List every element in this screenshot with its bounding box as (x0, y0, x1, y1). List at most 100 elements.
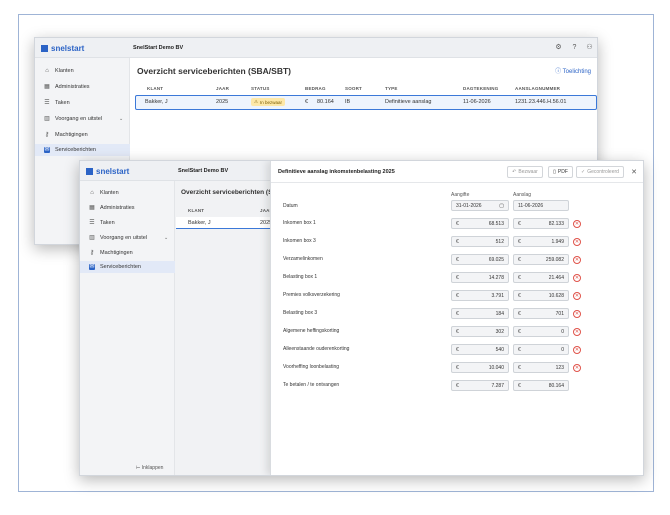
aanslag-field: €1.949 (513, 236, 569, 247)
column-header-klant[interactable]: KLANT (147, 86, 163, 91)
aangifte-field[interactable]: €69.025 (451, 254, 509, 265)
difference-icon[interactable]: ✕ (573, 274, 581, 282)
difference-icon[interactable]: ✕ (573, 256, 581, 264)
column-header-aanslagnummer[interactable]: AANSLAGNUMMER (515, 86, 560, 91)
cell-aanslagnummer: 1231.23.446.H.56.01 (515, 99, 567, 105)
sidebar-item-voorgang[interactable]: ▥ Voorgang en uitstel (35, 113, 130, 125)
row-label: Voorheffing loonbelasting (283, 364, 340, 370)
column-header-status[interactable]: STATUS (251, 86, 270, 91)
aanslag-field: €10.628 (513, 290, 569, 301)
difference-icon[interactable]: ✕ (573, 220, 581, 228)
aangifte-field[interactable]: €3.791 (451, 290, 509, 301)
aangifte-field[interactable]: €184 (451, 308, 509, 319)
row-label: Alleenstaande ouderenkorting (283, 346, 350, 352)
column-header-soort[interactable]: SOORT (345, 86, 362, 91)
aangifte-field[interactable]: €68.513 (451, 218, 509, 229)
home-icon: ⌂ (90, 190, 94, 196)
row-label: Verzamelinkomen (283, 256, 323, 262)
pdf-button[interactable]: ▯ PDF (548, 166, 573, 178)
datum-aangifte-field[interactable]: 31-01-2026 ▢ (451, 200, 509, 211)
detail-window: snelstart SnelStart Demo BV ⌂ Klanten ▦ … (79, 160, 644, 476)
chevron-down-icon[interactable]: ⌄ (164, 235, 168, 241)
difference-icon[interactable]: ✕ (573, 238, 581, 246)
building-icon: ▦ (44, 84, 50, 90)
sidebar-item-serviceberichten[interactable]: ✉ Serviceberichten (35, 144, 130, 156)
bezwaar-button[interactable]: ↶ Bezwaar (507, 166, 543, 178)
sidebar-item-voorgang[interactable]: ▥ Voorgang en uitstel (80, 232, 175, 244)
page-title: Overzicht serviceberichten (SBA/SBT) (137, 66, 291, 76)
sidebar-item-taken[interactable]: ☰ Taken (35, 97, 130, 109)
cell-dagtekening: 11-06-2026 (463, 99, 491, 105)
user-icon[interactable]: ⚇ (585, 43, 594, 52)
sidebar-item-machtigingen[interactable]: ⚷ Machtigingen (35, 129, 130, 141)
app-logo[interactable]: snelstart (86, 167, 129, 176)
collapse-sidebar-button[interactable]: ⊢ Inklappen (136, 465, 163, 471)
row-label: Te betalen / te ontvangen (283, 382, 340, 388)
column-header-type[interactable]: TYPE (385, 86, 398, 91)
chevron-down-icon[interactable]: ⌄ (119, 116, 123, 122)
row-label: Inkomen box 1 (283, 220, 316, 226)
aanslag-field: €0 (513, 344, 569, 355)
aanslag-field: €701 (513, 308, 569, 319)
column-header-aangifte: Aangifte (451, 192, 470, 198)
logo-icon (86, 168, 93, 175)
aanslag-field: €82.133 (513, 218, 569, 229)
datum-aanslag-field: 11-06-2026 (513, 200, 569, 211)
aangifte-field[interactable]: €540 (451, 344, 509, 355)
gear-icon[interactable]: ⚙ (554, 43, 563, 52)
aangifte-field[interactable]: €7.287 (451, 380, 509, 391)
sidebar-item-administraties[interactable]: ▦ Administraties (80, 202, 175, 214)
help-link[interactable]: ⓘ Toelichting (555, 66, 591, 75)
company-name[interactable]: SnelStart Demo BV (178, 168, 228, 174)
aangifte-field[interactable]: €14.278 (451, 272, 509, 283)
aanslag-field: €21.464 (513, 272, 569, 283)
close-icon[interactable]: ✕ (631, 168, 637, 176)
sidebar-item-klanten[interactable]: ⌂ Klanten (80, 187, 175, 199)
sidebar-item-taken[interactable]: ☰ Taken (80, 217, 175, 229)
aanslag-field: €80.164 (513, 380, 569, 391)
cell-currency: € (305, 99, 309, 105)
column-header-klant[interactable]: KLANT (188, 208, 204, 213)
sidebar-item-administraties[interactable]: ▦ Administraties (35, 81, 130, 93)
difference-icon[interactable]: ✕ (573, 328, 581, 336)
column-header-dagtekening[interactable]: DAGTEKENING (463, 86, 498, 91)
aanslag-field: €0 (513, 326, 569, 337)
column-header-bedrag[interactable]: BEDRAG (305, 86, 326, 91)
warning-icon: ⚠ (254, 99, 259, 104)
list-icon: ☰ (89, 220, 95, 226)
collapse-icon: ⊢ (136, 465, 141, 471)
cell-jaar: 2025 (216, 99, 229, 105)
company-name[interactable]: SnelStart Demo BV (133, 45, 183, 51)
app-logo[interactable]: snelstart (41, 44, 84, 53)
datum-label: Datum (283, 203, 298, 209)
sidebar-item-serviceberichten[interactable]: ✉ Serviceberichten (80, 261, 175, 273)
row-label: Belasting box 1 (283, 274, 318, 280)
aangifte-field[interactable]: €302 (451, 326, 509, 337)
top-bar: snelstart SnelStart Demo BV ⚙ ? ⚇ (35, 38, 597, 58)
calendar-icon[interactable]: ▢ (499, 203, 504, 209)
difference-icon[interactable]: ✕ (573, 310, 581, 318)
difference-icon[interactable]: ✕ (573, 346, 581, 354)
logo-icon (41, 45, 48, 52)
mail-icon: ✉ (44, 147, 50, 153)
sidebar-item-klanten[interactable]: ⌂ Klanten (35, 65, 130, 77)
mail-icon: ✉ (89, 264, 95, 270)
cell-klant: Bakker, J (145, 99, 168, 105)
difference-icon[interactable]: ✕ (573, 292, 581, 300)
building-icon: ▦ (89, 205, 95, 211)
list-icon: ☰ (44, 100, 50, 106)
help-icon[interactable]: ? (570, 43, 579, 52)
column-header-jaar[interactable]: JAAR (216, 86, 229, 91)
sidebar-item-machtigingen[interactable]: ⚷ Machtigingen (80, 247, 175, 259)
row-label: Inkomen box 3 (283, 238, 316, 244)
difference-icon[interactable]: ✕ (573, 364, 581, 372)
check-icon: ✓ (581, 169, 586, 175)
status-badge: ⚠ In bezwaar (251, 98, 286, 106)
aangifte-field[interactable]: €10.040 (451, 362, 509, 373)
divider (271, 182, 643, 183)
aangifte-field[interactable]: €512 (451, 236, 509, 247)
cell-soort: IB (345, 99, 351, 105)
assessment-dialog: Definitieve aanslag inkomstenbelasting 2… (270, 161, 643, 475)
gecontroleerd-button[interactable]: ✓ Gecontroleerd (576, 166, 624, 178)
row-label: Algemene heffingskorting (283, 328, 340, 334)
